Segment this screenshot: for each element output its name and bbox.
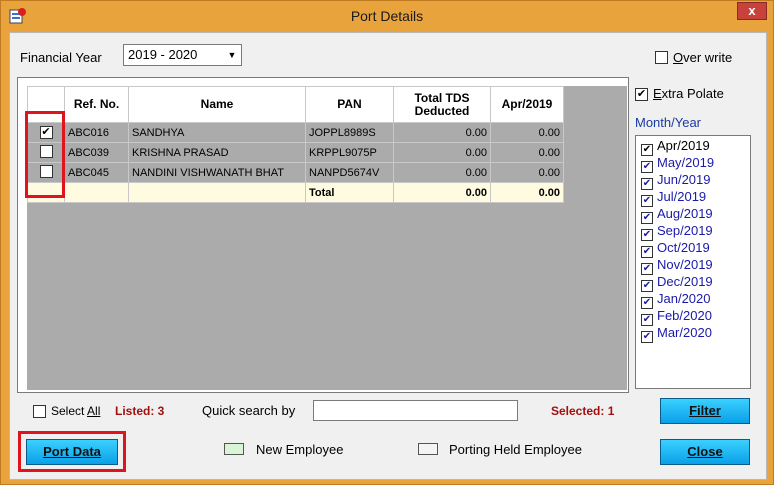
new-employee-swatch xyxy=(224,443,244,455)
pan-cell: JOPPL8989S xyxy=(305,122,394,143)
select-all-label: Select All xyxy=(51,404,101,418)
listed-count: Listed: 3 xyxy=(115,404,165,418)
dropdown-arrow-icon[interactable]: ▼ xyxy=(225,47,239,63)
month-year-label: Month/Year xyxy=(635,115,702,130)
total-blank-cell xyxy=(128,182,306,203)
name-cell: KRISHNA PRASAD xyxy=(128,142,306,163)
month-item[interactable]: ✔ Mar/2020 xyxy=(641,325,712,343)
name-cell: SANDHYA xyxy=(128,122,306,143)
apr-cell: 0.00 xyxy=(490,122,564,143)
month-label: Jan/2020 xyxy=(657,291,711,306)
employee-grid: Ref. No. Name PAN Total TDS Deducted Apr… xyxy=(27,86,564,203)
port-details-window: Port Details x Financial Year 2019 - 202… xyxy=(0,0,774,485)
name-cell: NANDINI VISHWANATH BHAT xyxy=(128,162,306,183)
pan-cell: KRPPL9075P xyxy=(305,142,394,163)
ref-cell: ABC016 xyxy=(64,122,129,143)
month-label: May/2019 xyxy=(657,155,715,170)
financial-year-select[interactable]: 2019 - 2020 ▼ xyxy=(123,44,242,66)
month-checkbox[interactable]: ✔ xyxy=(641,331,653,343)
month-item[interactable]: ✔ Oct/2019 xyxy=(641,240,710,258)
total-label: Total xyxy=(305,182,394,203)
apr-cell: 0.00 xyxy=(490,142,564,163)
total-blank-cell xyxy=(64,182,129,203)
total-apr: 0.00 xyxy=(490,182,564,203)
ref-cell: ABC045 xyxy=(64,162,129,183)
select-all-checkbox[interactable] xyxy=(33,405,46,418)
overwrite-label: Over write xyxy=(673,50,733,65)
quick-search-input[interactable] xyxy=(313,400,518,421)
ref-cell: ABC039 xyxy=(64,142,129,163)
total-tds: 0.00 xyxy=(393,182,491,203)
month-item[interactable]: ✔ Jul/2019 xyxy=(641,189,707,207)
month-label: Oct/2019 xyxy=(657,240,710,255)
col-header-name: Name xyxy=(128,86,306,123)
month-item[interactable]: ✔ Jan/2020 xyxy=(641,291,711,309)
month-item[interactable]: ✔ May/2019 xyxy=(641,155,715,173)
filter-button[interactable]: Filter xyxy=(660,398,750,424)
col-header-tds: Total TDS Deducted xyxy=(393,86,491,123)
financial-year-label: Financial Year xyxy=(20,50,102,65)
month-item[interactable]: ✔ Sep/2019 xyxy=(641,223,713,241)
port-data-button[interactable]: Port Data xyxy=(26,439,118,465)
extra-polate-label: Extra Polate xyxy=(653,86,724,101)
tds-cell: 0.00 xyxy=(393,142,491,163)
month-item[interactable]: ✔ Feb/2020 xyxy=(641,308,712,326)
pan-cell: NANPD5674V xyxy=(305,162,394,183)
month-label: Jul/2019 xyxy=(657,189,707,204)
total-row: Total 0.00 0.00 xyxy=(27,182,564,203)
table-row[interactable]: ABC045 NANDINI VISHWANATH BHAT NANPD5674V 0… xyxy=(27,162,564,183)
extra-polate-checkbox[interactable]: ✔ xyxy=(635,88,648,101)
month-list[interactable]: ✔ Apr/2019 ✔ May/2019 ✔ Jun/2019 ✔ Jul/2019 ✔ Aug… xyxy=(635,135,751,389)
held-employee-legend: Porting Held Employee xyxy=(449,442,582,457)
col-header-ref: Ref. No. xyxy=(64,86,129,123)
month-item[interactable]: ✔ Jun/2019 xyxy=(641,172,711,190)
held-employee-swatch xyxy=(418,443,438,455)
title-bar: Port Details x xyxy=(1,1,773,31)
col-header-apr: Apr/2019 xyxy=(490,86,564,123)
new-employee-legend: New Employee xyxy=(256,442,344,457)
apr-cell: 0.00 xyxy=(490,162,564,183)
month-item[interactable]: ✔ Apr/2019 xyxy=(641,138,710,156)
month-label: Sep/2019 xyxy=(657,223,713,238)
month-label: Feb/2020 xyxy=(657,308,712,323)
month-label: Aug/2019 xyxy=(657,206,713,221)
month-item[interactable]: ✔ Nov/2019 xyxy=(641,257,713,275)
financial-year-value: 2019 - 2020 xyxy=(128,47,198,62)
col-header-pan: PAN xyxy=(305,86,394,123)
close-button[interactable]: Close xyxy=(660,439,750,465)
tds-cell: 0.00 xyxy=(393,122,491,143)
quick-search-label: Quick search by xyxy=(202,403,296,418)
window-close-button[interactable]: x xyxy=(737,2,767,20)
month-label: Dec/2019 xyxy=(657,274,713,289)
month-label: Jun/2019 xyxy=(657,172,711,187)
month-label: Nov/2019 xyxy=(657,257,713,272)
month-label: Mar/2020 xyxy=(657,325,712,340)
table-row[interactable]: ✔ ABC016 SANDHYA JOPPL8989S 0.00 0.00 xyxy=(27,122,564,143)
month-label: Apr/2019 xyxy=(657,138,710,153)
window-title: Port Details xyxy=(350,8,424,24)
checkbox-highlight xyxy=(25,111,65,198)
selected-count: Selected: 1 xyxy=(551,404,615,418)
table-row[interactable]: ABC039 KRISHNA PRASAD KRPPL9075P 0.00 0.00 xyxy=(27,142,564,163)
tds-cell: 0.00 xyxy=(393,162,491,183)
month-item[interactable]: ✔ Aug/2019 xyxy=(641,206,713,224)
overwrite-checkbox[interactable] xyxy=(655,51,668,64)
month-item[interactable]: ✔ Dec/2019 xyxy=(641,274,713,292)
